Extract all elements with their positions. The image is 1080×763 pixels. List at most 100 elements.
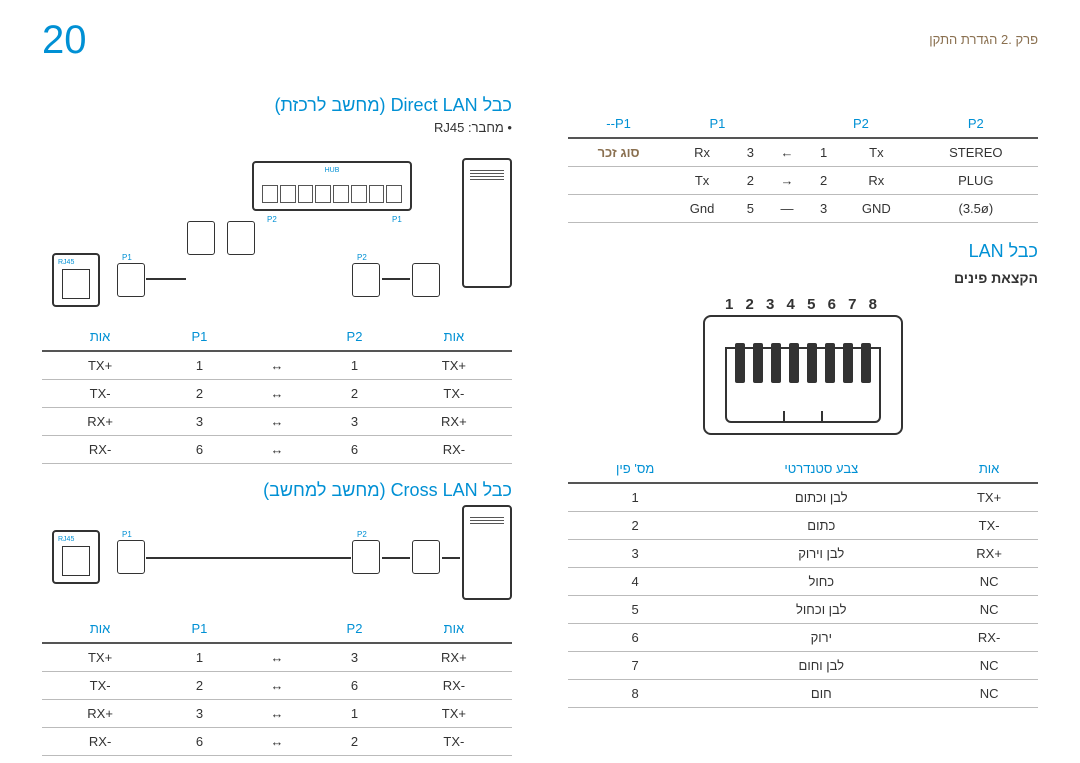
td: RX-: [940, 624, 1038, 652]
plug-icon: [412, 540, 440, 574]
td: 6: [158, 728, 241, 756]
td: —: [766, 195, 808, 223]
td: ↔: [241, 700, 314, 728]
td: TX-: [396, 728, 512, 756]
td: RX+: [396, 408, 512, 436]
td: 7: [568, 652, 702, 680]
td: 2: [735, 167, 766, 195]
td: 1: [568, 483, 702, 512]
td: 1: [313, 351, 396, 380]
cross-lan-diagram: RJ45 P1 P2: [42, 505, 512, 605]
td: 3: [568, 540, 702, 568]
td: 2: [158, 380, 241, 408]
lan-socket-diagram: [703, 315, 903, 435]
td: TX-: [42, 380, 158, 408]
td: 8: [568, 680, 702, 708]
td: RX-: [396, 672, 512, 700]
p2-label: P2: [357, 530, 367, 539]
td: 4: [568, 568, 702, 596]
td: Rx: [669, 138, 735, 167]
td: RX+: [396, 643, 512, 672]
p2-label: P2: [357, 253, 367, 262]
th: אות: [42, 615, 158, 643]
plug-icon: [412, 263, 440, 297]
td: ירוק: [702, 624, 940, 652]
td: לבן וכחול: [702, 596, 940, 624]
stereo-table: --P1 P1 P2 P2 סוג זכרRx3←1TxSTEREO Tx2→2…: [568, 110, 1038, 223]
td: 2: [313, 380, 396, 408]
td: TX-: [940, 512, 1038, 540]
td: Rx: [839, 167, 914, 195]
td: 3: [158, 408, 241, 436]
direct-lan-title: כבל Direct LAN (מחשב לרכזת): [42, 95, 512, 116]
td: ↔: [241, 436, 314, 464]
th: אות: [396, 323, 512, 351]
td: כתום: [702, 512, 940, 540]
th: [766, 110, 808, 138]
td: 1: [313, 700, 396, 728]
td: לבן וירוק: [702, 540, 940, 568]
th: אות: [940, 455, 1038, 483]
td: כחול: [702, 568, 940, 596]
td: RX-: [42, 728, 158, 756]
td: ↔: [241, 728, 314, 756]
td: 5: [568, 596, 702, 624]
lan-cable-title: כבל LAN: [568, 241, 1038, 262]
td: חום: [702, 680, 940, 708]
td: לבן וחום: [702, 652, 940, 680]
pin-assignment-label: הקצאת פינים: [568, 270, 1038, 286]
cross-lan-title: כבל Cross LAN (מחשב למחשב): [42, 480, 512, 501]
hub-label: HUB: [325, 167, 340, 174]
th: P1: [158, 615, 241, 643]
td: Gnd: [669, 195, 735, 223]
pin-assignment-table: מס' פין צבע סטנדרטי אות 1לבן וכתוםTX+ 2כ…: [568, 455, 1038, 708]
td: 3: [808, 195, 839, 223]
td: NC: [940, 568, 1038, 596]
th: P1: [158, 323, 241, 351]
td: 3: [313, 643, 396, 672]
rj45-label: RJ45: [58, 259, 74, 266]
th: [241, 615, 314, 643]
th: אות: [42, 323, 158, 351]
td: 6: [158, 436, 241, 464]
td: RX-: [42, 436, 158, 464]
td: Tx: [669, 167, 735, 195]
p2-label: P2: [267, 215, 277, 224]
plug-icon: [117, 540, 145, 574]
direct-lan-table: אות P1 P2 אות TX+1↔1TX+ TX-2↔2TX- RX+3↔3…: [42, 323, 512, 464]
td: [568, 167, 669, 195]
connector-note: • מחבר: RJ45: [42, 120, 512, 135]
td: ←: [766, 138, 808, 167]
td: TX+: [940, 483, 1038, 512]
td: 6: [313, 672, 396, 700]
page-number: 20: [42, 18, 87, 63]
plug-icon: [187, 221, 215, 255]
td: RX+: [42, 408, 158, 436]
direct-lan-diagram: HUB P2 P1 RJ45 P1 P2: [42, 143, 512, 313]
td: 6: [568, 624, 702, 652]
th: P2: [313, 323, 396, 351]
pc-icon: [462, 158, 512, 288]
td: RX+: [940, 540, 1038, 568]
td: 3: [313, 408, 396, 436]
th: P2: [808, 110, 913, 138]
td: 2: [313, 728, 396, 756]
rj45-label: RJ45: [58, 536, 74, 543]
td: TX-: [396, 380, 512, 408]
td: TX+: [396, 351, 512, 380]
td: לבן וכתום: [702, 483, 940, 512]
td: 1: [158, 351, 241, 380]
td: 2: [158, 672, 241, 700]
td: TX+: [42, 351, 158, 380]
td: 3: [735, 138, 766, 167]
td: 5: [735, 195, 766, 223]
th: מס' פין: [568, 455, 702, 483]
td: ↔: [241, 408, 314, 436]
td: ↔: [241, 643, 314, 672]
td: RX-: [396, 436, 512, 464]
td: NC: [940, 680, 1038, 708]
td: RX+: [42, 700, 158, 728]
p1-label: P1: [392, 215, 402, 224]
th: צבע סטנדרטי: [702, 455, 940, 483]
td: TX+: [396, 700, 512, 728]
